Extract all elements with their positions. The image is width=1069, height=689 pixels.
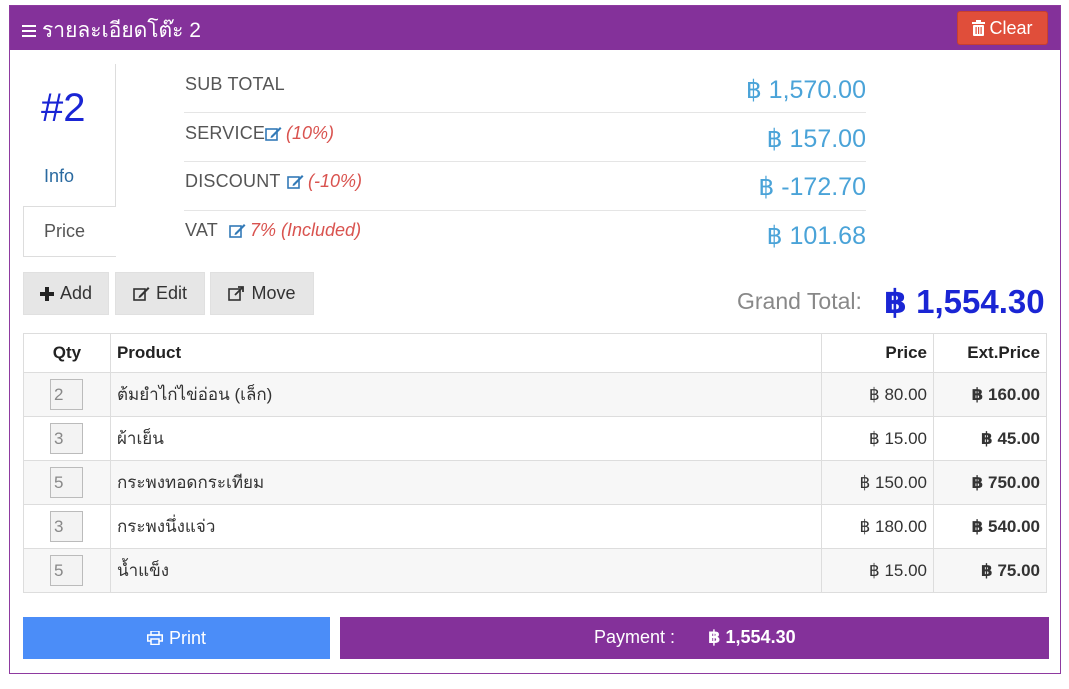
grand-total-value: ฿ 1,554.30 [884,283,1045,320]
panel-title: รายละเอียดโต๊ะ 2 [22,14,201,47]
service-note: (10%) [286,123,335,143]
product-name: ผ้าเย็น [109,416,823,461]
external-link-icon [228,286,245,301]
ext-price: ฿ 750.00 [933,460,1047,505]
col-product: Product [109,333,823,373]
edit-icon [229,224,246,238]
discount-row: DISCOUNT (-10%) ฿ -172.70 [184,162,866,211]
ext-price: ฿ 540.00 [933,504,1047,549]
col-qty: Qty [23,333,111,373]
service-row: SERVICE (10%) ฿ 157.00 [184,113,866,162]
trash-icon [972,20,986,36]
product-name: น้ำแข็ง [109,548,823,593]
tab-info[interactable]: Info [23,156,116,204]
printer-icon [146,631,163,645]
table-row: กระพงนึ่งแจ่ว ฿ 180.00 ฿ 540.00 [23,504,1047,549]
col-price: Price [821,333,935,373]
vat-value: ฿ 101.68 [766,222,866,250]
unit-price: ฿ 150.00 [821,460,935,505]
qty-input[interactable] [50,511,83,542]
subtotal-label: SUB TOTAL [185,74,285,94]
edit-button[interactable]: Edit [115,272,205,315]
product-name: ต้มยำไก่ไข่อ่อน (เล็ก) [109,372,823,417]
table-header-row: Qty Product Price Ext.Price [23,333,1047,373]
edit-icon [287,175,304,189]
grand-total-label: Grand Total: [737,288,862,314]
table-row: กระพงทอดกระเทียม ฿ 150.00 ฿ 750.00 [23,460,1047,505]
order-items-table: Qty Product Price Ext.Price ต้มยำไก่ไข่อ… [23,333,1047,593]
service-edit[interactable]: (10%) [265,123,334,144]
payment-label: Payment : [594,627,676,647]
add-button-label: Add [59,283,93,303]
unit-price: ฿ 15.00 [821,548,935,593]
discount-edit[interactable]: (-10%) [287,171,362,192]
table-row: ต้มยำไก่ไข่อ่อน (เล็ก) ฿ 80.00 ฿ 160.00 [23,372,1047,417]
col-ext-price: Ext.Price [933,333,1047,373]
product-name: กระพงนึ่งแจ่ว [109,504,823,549]
edit-button-label: Edit [155,283,188,303]
ext-price: ฿ 45.00 [933,416,1047,461]
qty-input[interactable] [50,379,83,410]
discount-label: DISCOUNT [185,171,281,191]
vat-label: VAT [185,220,218,240]
unit-price: ฿ 180.00 [821,504,935,549]
vat-edit[interactable]: 7% (Included) [229,220,361,241]
unit-price: ฿ 15.00 [821,416,935,461]
vat-row: VAT 7% (Included) ฿ 101.68 [184,211,866,260]
add-button[interactable]: Add [23,272,109,315]
print-button-label: Print [168,627,206,648]
edit-icon [265,127,282,141]
ext-price: ฿ 75.00 [933,548,1047,593]
move-button[interactable]: Move [210,272,314,315]
payment-button[interactable]: Payment : ฿ 1,554.30 [340,617,1049,659]
table-row: ผ้าเย็น ฿ 15.00 ฿ 45.00 [23,416,1047,461]
product-name: กระพงทอดกระเทียม [109,460,823,505]
vat-note: 7% (Included) [250,220,362,240]
service-label: SERVICE [185,123,266,143]
qty-input[interactable] [50,555,83,586]
ext-price: ฿ 160.00 [933,372,1047,417]
clear-button[interactable]: Clear [957,11,1048,45]
qty-input[interactable] [50,467,83,498]
discount-note: (-10%) [308,171,363,191]
table-row: น้ำแข็ง ฿ 15.00 ฿ 75.00 [23,548,1047,593]
plus-icon [39,286,54,301]
table-number: #2 [41,86,86,130]
panel-title-text: รายละเอียดโต๊ะ 2 [42,19,201,42]
discount-value: ฿ -172.70 [758,173,866,201]
clear-button-label: Clear [989,17,1033,38]
print-button[interactable]: Print [23,617,330,659]
payment-amount: ฿ 1,554.30 [708,627,796,647]
service-value: ฿ 157.00 [766,125,866,153]
edit-icon [133,287,150,301]
move-button-label: Move [251,283,296,303]
unit-price: ฿ 80.00 [821,372,935,417]
menu-icon [22,24,36,37]
subtotal-row: SUB TOTAL ฿ 1,570.00 [184,64,866,113]
panel-header: รายละเอียดโต๊ะ 2 Clear [10,6,1060,50]
tab-price[interactable]: Price [23,206,116,257]
table-detail-panel: รายละเอียดโต๊ะ 2 Clear #2 Info Price SUB… [9,5,1061,674]
subtotal-value: ฿ 1,570.00 [745,76,866,104]
qty-input[interactable] [50,423,83,454]
